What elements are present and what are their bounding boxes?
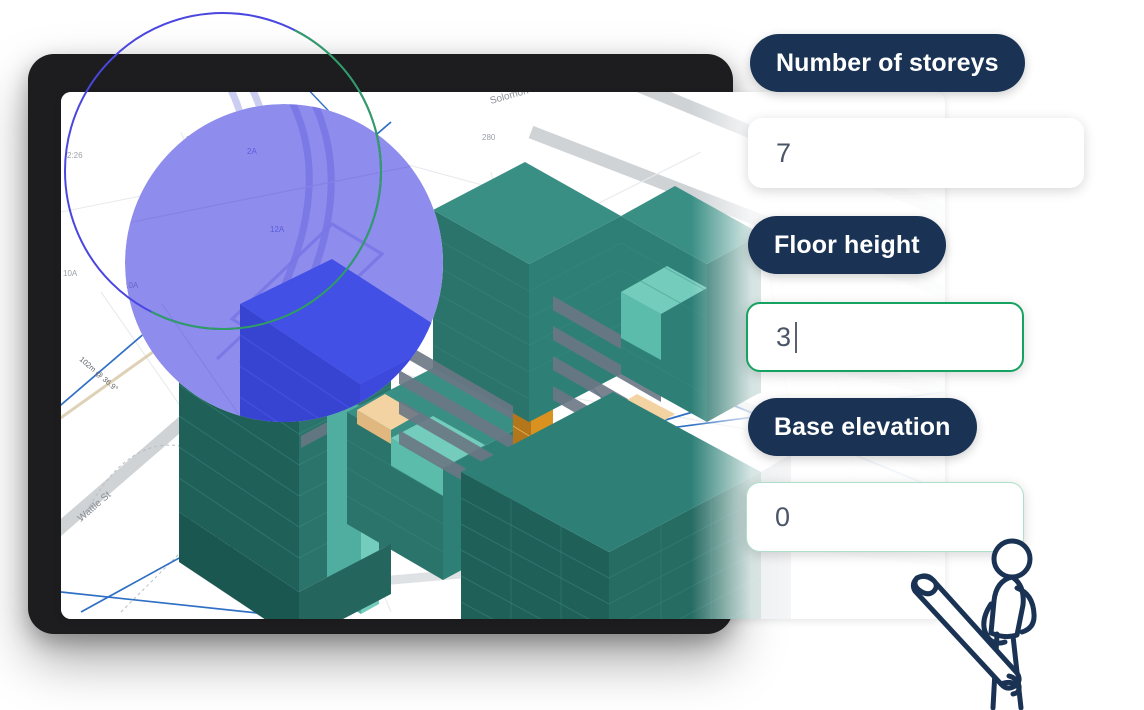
input-number-of-storeys[interactable]: 7 xyxy=(748,118,1084,188)
parcel-label-10a: 10A xyxy=(63,269,78,278)
street-label-solomon-rd: Solomon Rd xyxy=(489,92,545,107)
label-text: Base elevation xyxy=(774,412,951,441)
input-base-elevation[interactable]: 0 xyxy=(746,482,1024,552)
input-value: 0 xyxy=(775,501,791,532)
input-value: 7 xyxy=(776,137,792,168)
label-floor-height: Floor height xyxy=(748,216,946,274)
label-text: Number of storeys xyxy=(776,48,999,77)
label-text: Floor height xyxy=(774,230,920,259)
text-caret xyxy=(795,321,798,353)
parcel-label-280: 280 xyxy=(482,133,496,142)
label-base-elevation: Base elevation xyxy=(748,398,977,456)
label-number-of-storeys: Number of storeys xyxy=(750,34,1025,92)
scene-root: 280 209A 2A 12A 2:26 10A Wattle St Johns… xyxy=(0,0,1144,710)
input-value: 3 xyxy=(776,321,792,352)
input-floor-height[interactable]: 3 xyxy=(746,302,1024,372)
